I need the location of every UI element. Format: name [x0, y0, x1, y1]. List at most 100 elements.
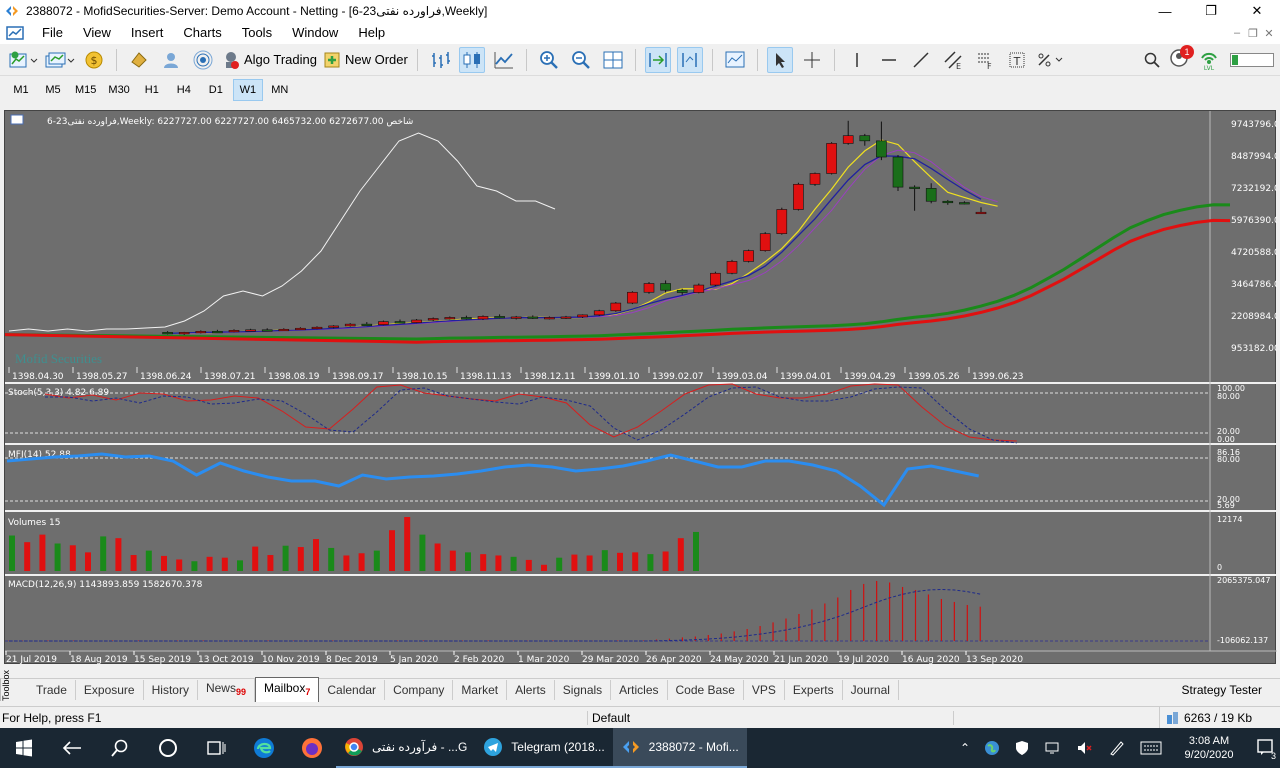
- strategy-button[interactable]: [126, 47, 152, 73]
- timeframe-m1[interactable]: M1: [6, 79, 36, 101]
- timeframe-d1[interactable]: D1: [201, 79, 231, 101]
- volume-bar: [465, 552, 471, 571]
- menu-charts[interactable]: Charts: [173, 22, 231, 44]
- volume-max-label: 12174: [1217, 515, 1242, 524]
- toolbox-handle[interactable]: Toolbox: [0, 669, 16, 701]
- volume-muted-icon[interactable]: [1076, 740, 1094, 756]
- menu-tools[interactable]: Tools: [232, 22, 282, 44]
- mdi-close-button[interactable]: ✕: [1262, 27, 1276, 40]
- mdi-restore-button[interactable]: ❐: [1246, 27, 1260, 40]
- tab-history[interactable]: History: [144, 679, 198, 700]
- tab-calendar[interactable]: Calendar: [319, 679, 386, 700]
- tab-market[interactable]: Market: [453, 679, 508, 700]
- menu-help[interactable]: Help: [348, 22, 395, 44]
- timeframe-h1[interactable]: H1: [137, 79, 167, 101]
- start-button[interactable]: [0, 728, 48, 768]
- navigator-button[interactable]: [158, 47, 184, 73]
- action-center-button[interactable]: 3: [1256, 738, 1276, 761]
- tab-alerts[interactable]: Alerts: [507, 679, 555, 700]
- tab-news[interactable]: News99: [198, 677, 255, 702]
- shield-tray-icon[interactable]: [1014, 740, 1030, 756]
- vertical-line-button[interactable]: [844, 47, 870, 73]
- chart-shift-button[interactable]: [676, 46, 703, 73]
- globe-tray-icon[interactable]: [984, 740, 1000, 756]
- zoom-in-button[interactable]: [536, 47, 562, 73]
- mdi-minimize-button[interactable]: –: [1230, 27, 1244, 40]
- timeframe-m15[interactable]: M15: [70, 79, 101, 101]
- bar-chart-button[interactable]: [427, 47, 453, 73]
- close-button[interactable]: ✕: [1234, 0, 1280, 22]
- shapes-button[interactable]: [1036, 47, 1066, 73]
- zoom-out-button[interactable]: [568, 47, 594, 73]
- auto-scroll-button[interactable]: [644, 46, 671, 73]
- chart-area[interactable]: فراورده نفتی23-6,Weekly: 6227727.00 6227…: [4, 110, 1277, 665]
- taskbar-chrome[interactable]: فرآورده نفتی - ...G: [336, 728, 476, 768]
- windows-logo-icon: [16, 739, 32, 757]
- account-button[interactable]: 1: [1170, 45, 1194, 70]
- new-order-button[interactable]: New Order: [323, 47, 408, 73]
- tab-trade[interactable]: Trade: [28, 679, 76, 700]
- menu-bar: File View Insert Charts Tools Window Hel…: [0, 22, 1280, 44]
- tab-vps[interactable]: VPS: [744, 679, 785, 700]
- tab-company[interactable]: Company: [385, 679, 454, 700]
- cursor-button[interactable]: [766, 46, 793, 73]
- menu-view[interactable]: View: [73, 22, 121, 44]
- tab-experts[interactable]: Experts: [785, 679, 843, 700]
- chart-header: فراورده نفتی23-6,Weekly: 6227727.00 6227…: [47, 117, 413, 127]
- volume-bar: [282, 545, 289, 571]
- taskbar-clock[interactable]: 3:08 AM 9/20/2020: [1176, 734, 1242, 762]
- date-label: 1398.11.13: [460, 372, 512, 382]
- equidistant-channel-button[interactable]: E: [940, 47, 966, 73]
- cursor-arrow-icon: [775, 52, 785, 68]
- fibonacci-button[interactable]: F: [972, 47, 998, 73]
- tab-articles[interactable]: Articles: [611, 679, 668, 700]
- search-button[interactable]: [96, 728, 144, 768]
- firefox-button[interactable]: [288, 728, 336, 768]
- timeframes-toolbar: M1 M5 M15 M30 H1 H4 D1 W1 MN: [0, 77, 1280, 103]
- chart-canvas[interactable]: فراورده نفتی23-6,Weekly: 6227727.00 6227…: [5, 111, 1277, 665]
- timeframe-m5[interactable]: M5: [38, 79, 68, 101]
- tab-mailbox[interactable]: Mailbox7: [254, 677, 320, 702]
- timeframe-mn[interactable]: MN: [265, 79, 295, 101]
- pen-tray-icon[interactable]: [1108, 740, 1126, 756]
- line-chart-button[interactable]: [491, 47, 517, 73]
- cortana-button[interactable]: [144, 728, 192, 768]
- minimize-button[interactable]: —: [1142, 0, 1188, 22]
- keyboard-tray-icon[interactable]: [1140, 741, 1162, 755]
- volume-bar: [176, 559, 183, 571]
- timeframe-h4[interactable]: H4: [169, 79, 199, 101]
- menu-window[interactable]: Window: [282, 22, 348, 44]
- templates-button[interactable]: [722, 47, 748, 73]
- text-button[interactable]: T: [1004, 47, 1030, 73]
- menu-file[interactable]: File: [32, 22, 73, 44]
- maximize-button[interactable]: ❐: [1188, 0, 1234, 22]
- trendline-button[interactable]: [908, 47, 934, 73]
- tab-code-base[interactable]: Code Base: [668, 679, 744, 700]
- tab-signals[interactable]: Signals: [555, 679, 612, 700]
- tab-journal[interactable]: Journal: [843, 679, 899, 700]
- crosshair-button[interactable]: [799, 47, 825, 73]
- candlestick-chart-button[interactable]: [458, 46, 485, 73]
- tile-windows-button[interactable]: [600, 47, 626, 73]
- profiles-button[interactable]: [45, 47, 75, 73]
- strategy-tester-button[interactable]: Strategy Tester: [1182, 683, 1280, 697]
- svg-text:T: T: [1012, 55, 1020, 68]
- timeframe-m30[interactable]: M30: [103, 79, 134, 101]
- tab-exposure[interactable]: Exposure: [76, 679, 144, 700]
- market-watch-button[interactable]: $: [81, 47, 107, 73]
- tray-expand-icon[interactable]: ⌃: [960, 741, 970, 755]
- edge-button[interactable]: [240, 728, 288, 768]
- network-tray-icon[interactable]: [1044, 740, 1062, 756]
- menu-insert[interactable]: Insert: [121, 22, 174, 44]
- signals-button[interactable]: [190, 47, 216, 73]
- horizontal-line-button[interactable]: [876, 47, 902, 73]
- volume-bar: [480, 554, 487, 571]
- algo-trading-button[interactable]: Algo Trading: [222, 47, 317, 73]
- task-view-button[interactable]: [192, 728, 240, 768]
- taskbar-telegram[interactable]: Telegram (2018...: [475, 728, 613, 768]
- taskbar-metatrader[interactable]: 2388072 - Mofi...: [612, 728, 747, 768]
- timeframe-w1[interactable]: W1: [232, 79, 263, 101]
- search-icon[interactable]: [1144, 52, 1160, 68]
- back-button[interactable]: [48, 728, 96, 768]
- new-chart-button[interactable]: [9, 47, 39, 73]
